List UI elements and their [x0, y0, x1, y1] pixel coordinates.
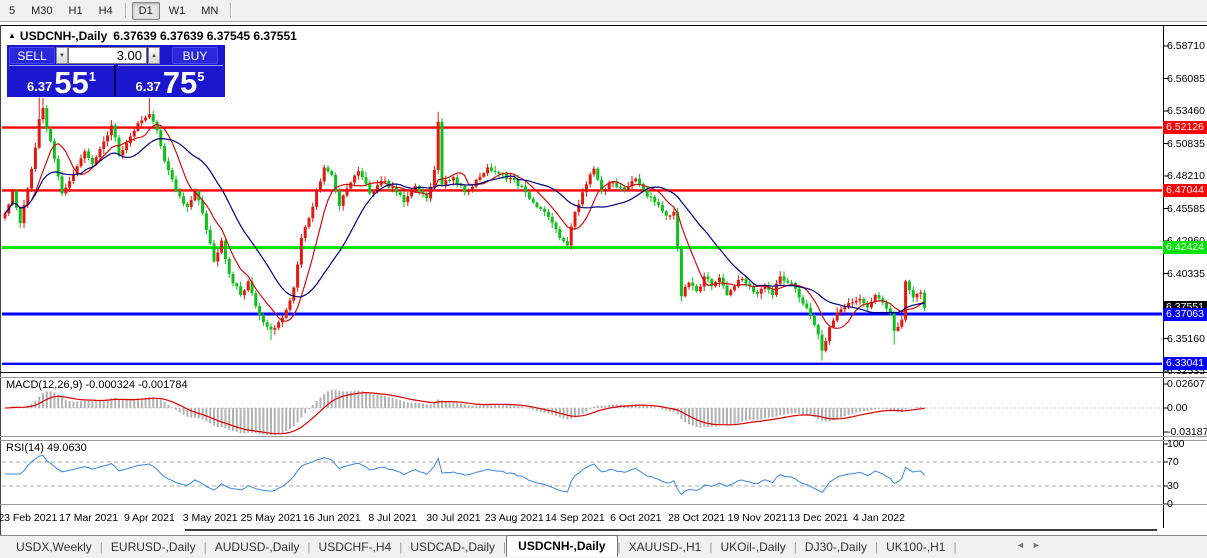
one-click-trading-panel: SELL ▼ ▲ BUY 6.37551 6.37755	[7, 45, 225, 97]
level-price-badge-6.52126: 6.52126	[1163, 121, 1207, 134]
buy-price-prefix: 6.37	[135, 79, 160, 94]
rsi-line	[5, 455, 925, 494]
tab-scroll-arrows[interactable]: ◄►	[1016, 540, 1048, 550]
horizontal-scrollbar-thumb[interactable]	[185, 529, 1157, 531]
timeframe-button-d1[interactable]: D1	[132, 2, 160, 20]
sell-price-pipette: 1	[89, 69, 96, 84]
collapse-arrow-icon[interactable]: ▲	[8, 31, 16, 40]
trading-app-window: 5M30H1H4D1W1MN ▲USDCNH-,Daily6.37639 6.3…	[0, 0, 1207, 558]
chart-tab-eurusddaily[interactable]: EURUSD-,Daily	[103, 538, 204, 556]
rsi-pane-top-border	[0, 440, 1207, 441]
timeframe-button-h4[interactable]: H4	[92, 2, 120, 20]
chart-tab-xauusdh1[interactable]: XAUUSD-,H1	[621, 538, 710, 556]
buy-price-pipette: 5	[197, 69, 204, 84]
date-axis-label: 6 Oct 2021	[610, 512, 661, 524]
rsi-pane	[2, 455, 1162, 494]
price-axis-tick: 6.35160	[1167, 333, 1207, 345]
buy-price-main: 75	[163, 68, 197, 97]
tab-scroll-left-icon[interactable]: ◄	[1016, 540, 1032, 550]
date-axis-label: 25 May 2021	[241, 512, 302, 524]
price-axis-tick: 6.58710	[1167, 40, 1207, 52]
rsi-axis-tick: 30	[1167, 480, 1207, 492]
timeframe-button-5[interactable]: 5	[2, 2, 22, 20]
chart-tab-audusddaily[interactable]: AUDUSD-,Daily	[207, 538, 308, 556]
volume-decrease-button[interactable]: ▼	[56, 47, 68, 64]
date-axis-label: 16 Jun 2021	[303, 512, 361, 524]
rsi-axis-tick: 100	[1167, 438, 1207, 450]
ma-slow-line	[5, 139, 925, 313]
timeframe-button-m30[interactable]: M30	[24, 2, 59, 20]
level-price-badge-6.47044: 6.47044	[1163, 184, 1207, 197]
chart-ohlc-values: 6.37639 6.37639 6.37545 6.37551	[113, 29, 297, 43]
level-price-badge-6.33041: 6.33041	[1163, 357, 1207, 370]
sell-price-main: 55	[54, 68, 88, 97]
timeframe-toolbar: 5M30H1H4 D1W1MN	[0, 0, 1207, 22]
sell-button[interactable]: SELL	[9, 47, 55, 64]
date-axis-label: 9 Apr 2021	[124, 512, 175, 524]
price-divider	[114, 66, 116, 96]
date-axis-label: 17 Mar 2021	[59, 512, 118, 524]
date-axis-label: 3 May 2021	[183, 512, 238, 524]
volume-input[interactable]	[68, 47, 147, 64]
date-axis-label: 4 Jan 2022	[853, 512, 905, 524]
chart-tab-uk100h1[interactable]: UK100-,H1	[878, 538, 953, 556]
date-axis-label: 23 Aug 2021	[485, 512, 544, 524]
buy-price[interactable]: 6.37755	[117, 66, 223, 97]
date-axis-label: 14 Sep 2021	[545, 512, 605, 524]
date-axis-label: 19 Nov 2021	[728, 512, 788, 524]
volume-increase-button[interactable]: ▲	[148, 47, 160, 64]
rsi-axis-tick: 0	[1167, 498, 1207, 510]
timeframe-button-w1[interactable]: W1	[162, 2, 193, 20]
timeframe-button-mn[interactable]: MN	[194, 2, 225, 20]
rsi-axis-tick: 70	[1167, 456, 1207, 468]
chart-tab-usdchfh4[interactable]: USDCHF-,H4	[311, 538, 400, 556]
chart-tab-dj30daily[interactable]: DJ30-,Daily	[797, 538, 875, 556]
sell-price[interactable]: 6.37551	[9, 66, 114, 97]
sell-price-prefix: 6.37	[27, 79, 52, 94]
macd-pane	[2, 390, 1162, 435]
date-axis-label: 13 Dec 2021	[788, 512, 848, 524]
level-price-badge-6.42424: 6.42424	[1163, 241, 1207, 254]
chart-symbol-label: USDCNH-,Daily	[20, 29, 107, 43]
main-price-pane	[2, 98, 1162, 364]
chart-title: ▲ USDCNH-,Daily 6.37639 6.37639 6.37545 6.…	[8, 29, 297, 43]
macd-pane-bottom-border	[0, 436, 1207, 437]
chart-tab-ukoildaily[interactable]: UKOil-,Daily	[712, 538, 793, 556]
price-axis-tick: 6.45585	[1167, 203, 1207, 215]
macd-axis-tick: -0.031872	[1167, 426, 1207, 438]
price-axis-tick: 6.53460	[1167, 105, 1207, 117]
rsi-label: RSI(14) 49.0630	[6, 442, 87, 454]
price-axis-tick: 6.50835	[1167, 138, 1207, 150]
tab-scroll-right-icon[interactable]: ►	[1032, 540, 1048, 550]
price-axis-line	[1163, 25, 1164, 528]
price-axis-tick: 6.48210	[1167, 170, 1207, 182]
date-axis-label: 28 Oct 2021	[668, 512, 725, 524]
ma-fast-line	[5, 124, 925, 328]
timeframe-button-h1[interactable]: H1	[62, 2, 90, 20]
macd-label: MACD(12,26,9) -0.000324 -0.001784	[6, 379, 188, 391]
chart-top-border	[0, 25, 1207, 26]
toolbar-divider	[230, 3, 232, 18]
rsi-pane-bottom-border	[0, 504, 1207, 505]
date-axis-label: 30 Jul 2021	[426, 512, 480, 524]
date-axis-label: 23 Feb 2021	[0, 512, 57, 524]
price-axis-tick: 6.40335	[1167, 268, 1207, 280]
date-axis-label: 8 Jul 2021	[368, 512, 416, 524]
macd-axis-tick: 0.00	[1167, 402, 1207, 414]
macd-signal-line	[5, 393, 925, 434]
chart-left-border	[0, 25, 1, 535]
buy-button[interactable]: BUY	[172, 47, 218, 64]
chart-tab-usdxweekly[interactable]: USDX,Weekly	[8, 538, 100, 556]
macd-axis-tick: 0.02607	[1167, 378, 1207, 390]
macd-pane-top-border	[0, 377, 1207, 378]
price-axis-tick: 6.56085	[1167, 73, 1207, 85]
toolbar-divider	[125, 3, 127, 18]
chart-tab-usdcaddaily[interactable]: USDCAD-,Daily	[402, 538, 503, 556]
level-price-badge-6.37063: 6.37063	[1163, 308, 1207, 321]
tab-divider: |	[953, 540, 956, 554]
main-pane-bottom-border	[0, 372, 1207, 373]
chart-tab-usdcnhdaily[interactable]: USDCNH-,Daily	[506, 535, 617, 557]
